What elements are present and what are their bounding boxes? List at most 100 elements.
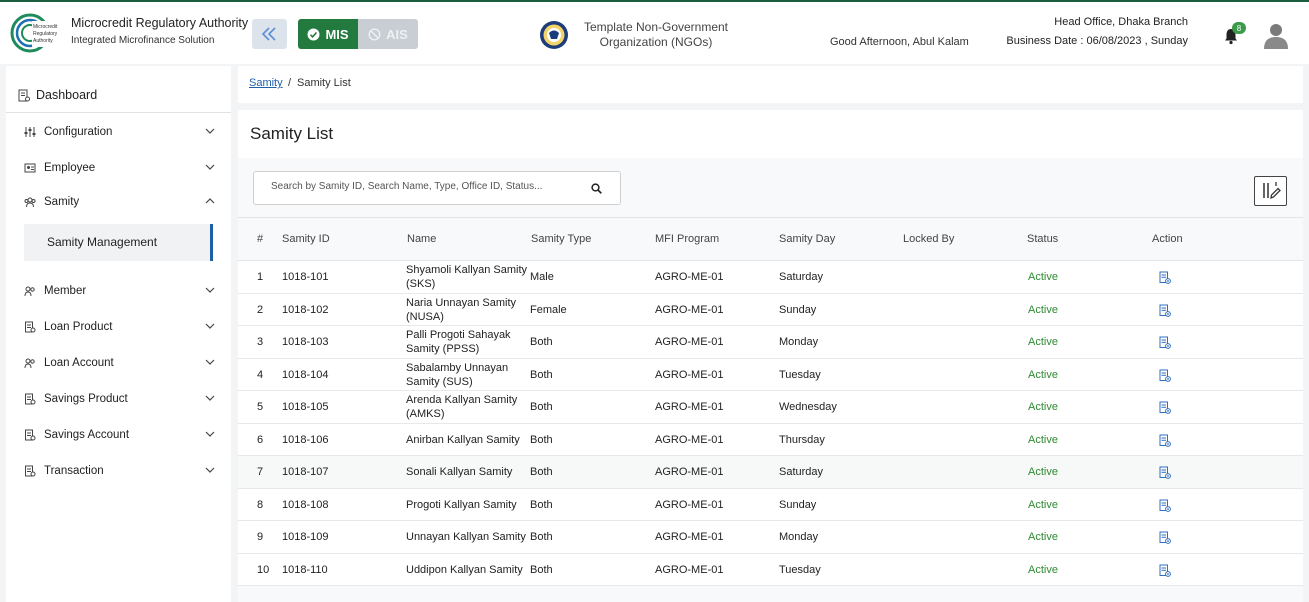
cell-samity-id: 1018-102 [282, 303, 329, 316]
cell-mfi-program: AGRO-ME-01 [655, 498, 724, 511]
cell-samity-id: 1018-107 [282, 466, 329, 478]
cell-samity-id: 1018-104 [282, 368, 329, 381]
sidebar-item-transaction[interactable]: Transaction [24, 461, 219, 481]
sidebar-subitem-samity-management[interactable]: Samity Management [24, 224, 213, 261]
cell-name: Arenda Kallyan Samity (AMKS) [406, 393, 517, 421]
sidebar-item-member[interactable]: Member [24, 281, 219, 301]
cell-name-line2: (SKS) [406, 278, 436, 290]
org-seal-icon [540, 21, 568, 49]
view-details-icon[interactable] [1159, 271, 1171, 284]
sliders-icon [24, 127, 36, 137]
sidebar: Dashboard Configuration Employee Samity … [6, 66, 231, 602]
ban-icon [368, 27, 381, 41]
double-chevron-left-icon [261, 27, 276, 41]
ais-toggle-button[interactable]: AIS [358, 19, 418, 49]
view-details-icon[interactable] [1159, 499, 1171, 512]
sidebar-item-loan-product[interactable]: Loan Product [24, 317, 219, 337]
cell-status: Active [1028, 433, 1058, 446]
sidebar-collapse-button[interactable] [252, 19, 287, 49]
sidebar-item-label: Loan Product [44, 321, 113, 333]
view-details-icon[interactable] [1159, 304, 1171, 317]
cell-name: Naria Unnayan Samity (NUSA) [406, 296, 516, 324]
breadcrumb-link-samity[interactable]: Samity [249, 77, 283, 89]
cell-samity-day: Sunday [779, 303, 817, 316]
sidebar-item-samity[interactable]: Samity [24, 192, 219, 212]
table-row: 8 1018-108 Progoti Kallyan Samity Both A… [238, 488, 1303, 521]
sidebar-item-label: Samity [44, 196, 80, 208]
sidebar-item-savings-product[interactable]: Savings Product [24, 389, 219, 409]
view-details-icon[interactable] [1159, 466, 1171, 479]
sidebar-item-savings-account[interactable]: Savings Account [24, 425, 219, 445]
users-icon [24, 358, 35, 369]
cell-samity-day: Tuesday [779, 563, 821, 576]
user-avatar-icon[interactable] [1263, 22, 1289, 50]
users-icon [24, 286, 35, 297]
table-body: 1 1018-101 Shyamoli Kallyan Samity (SKS)… [238, 261, 1303, 586]
cell-name-line2: (AMKS) [406, 408, 445, 420]
sidebar-item-configuration[interactable]: Configuration [24, 122, 219, 142]
column-header: # [257, 233, 264, 245]
sidebar-dashboard-label: Dashboard [36, 88, 98, 102]
column-header: Status [1027, 233, 1059, 245]
search-input[interactable] [271, 181, 581, 192]
mis-toggle-button[interactable]: MIS [298, 19, 358, 49]
table-header-row: # Samity ID Name Samity Type MFI Program… [238, 218, 1303, 261]
column-edit-icon [1262, 182, 1281, 200]
search-icon[interactable] [591, 183, 602, 194]
column-header: MFI Program [655, 233, 720, 245]
cell-name-line1: Arenda Kallyan Samity [406, 394, 518, 406]
cell-samity-day: Monday [779, 531, 819, 543]
view-details-icon[interactable] [1159, 434, 1171, 447]
cell-index: 5 [257, 401, 264, 413]
cell-name-line1: Naria Unnayan Samity [406, 296, 517, 309]
cell-name: Palli Progoti Sahayak Samity (PPSS) [406, 328, 511, 356]
svg-text:Microcredit: Microcredit [33, 24, 58, 30]
cell-name: Progoti Kallyan Samity [406, 498, 517, 512]
dashboard-icon [18, 89, 30, 101]
cell-samity-type: Both [530, 336, 553, 348]
cell-index: 4 [257, 368, 264, 381]
column-header: Samity ID [282, 233, 330, 245]
cell-samity-type: Both [530, 563, 553, 576]
cell-name: Uddipon Kallyan Samity [406, 563, 523, 577]
table-row: 3 1018-103 Palli Progoti Sahayak Samity … [238, 326, 1303, 359]
chevron-down-icon [205, 431, 215, 437]
cell-index: 9 [257, 531, 264, 543]
cell-name-line1: Progoti Kallyan Samity [406, 498, 517, 511]
column-header: Name [407, 233, 437, 245]
cell-samity-type: Both [530, 531, 553, 543]
page-title: Samity List [250, 124, 334, 143]
table-row: 2 1018-102 Naria Unnayan Samity (NUSA) F… [238, 293, 1303, 326]
view-details-icon[interactable] [1159, 336, 1171, 349]
sidebar-item-loan-account[interactable]: Loan Account [24, 353, 219, 373]
sidebar-item-label: Employee [44, 162, 96, 174]
column-header: Samity Type [531, 233, 592, 245]
sidebar-item-employee[interactable]: Employee [24, 158, 219, 178]
sidebar-item-dashboard[interactable]: Dashboard [18, 88, 97, 102]
document-icon [25, 321, 36, 333]
cell-status: Active [1028, 466, 1058, 478]
check-circle-icon [307, 28, 320, 40]
cell-index: 8 [257, 498, 264, 511]
cell-status: Active [1028, 498, 1058, 511]
table-row: 1 1018-101 Shyamoli Kallyan Samity (SKS)… [238, 261, 1303, 294]
chevron-down-icon [205, 467, 215, 473]
sidebar-item-label: Member [44, 285, 87, 297]
view-details-icon[interactable] [1159, 369, 1171, 382]
group-icon [24, 197, 36, 208]
view-details-icon[interactable] [1159, 401, 1171, 414]
ais-label: AIS [386, 26, 408, 42]
cell-status: Active [1028, 531, 1058, 543]
cell-samity-id: 1018-103 [282, 336, 329, 348]
sidebar-item-label: Savings Product [44, 393, 128, 405]
document-icon [25, 465, 36, 477]
view-details-icon[interactable] [1159, 531, 1171, 544]
cell-index: 2 [257, 303, 264, 316]
cell-samity-day: Thursday [779, 433, 825, 446]
cell-samity-type: Both [530, 368, 553, 381]
chevron-down-icon [205, 164, 215, 170]
cell-index: 7 [257, 466, 264, 478]
column-settings-button[interactable] [1254, 176, 1287, 206]
view-details-icon[interactable] [1159, 564, 1171, 577]
cell-index: 10 [257, 563, 270, 576]
